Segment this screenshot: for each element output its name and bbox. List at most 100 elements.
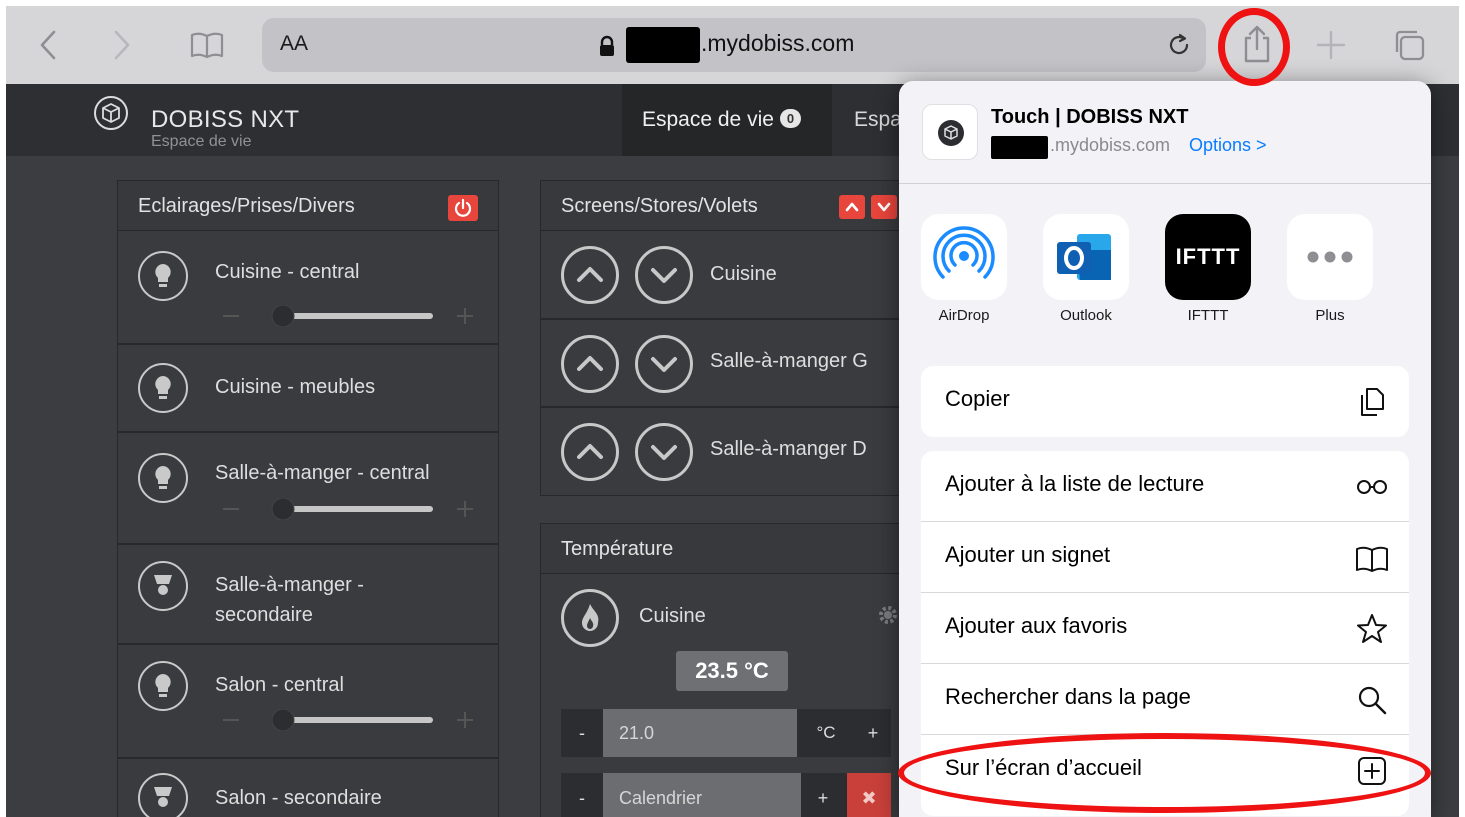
list-item[interactable]: Salon - secondaire bbox=[118, 759, 498, 817]
action-label: Copier bbox=[945, 386, 1010, 411]
chevron-down-icon[interactable] bbox=[871, 195, 897, 219]
tab-label: Espace de vie bbox=[642, 108, 774, 131]
item-label: Salle-à-manger - central bbox=[215, 462, 430, 484]
copy-group: Copier bbox=[921, 366, 1409, 437]
new-tab-icon[interactable] bbox=[1314, 28, 1348, 62]
lamp-icon[interactable] bbox=[138, 773, 188, 817]
ifttt-icon: IFTTT bbox=[1165, 214, 1251, 300]
item-label: Salon - secondaire bbox=[215, 787, 382, 809]
shutter-up-button[interactable] bbox=[561, 423, 619, 481]
list-item[interactable]: Salon - central bbox=[118, 645, 498, 759]
clear-schedule-button[interactable]: ✖ bbox=[847, 773, 891, 817]
address-bar[interactable]: AA .mydobiss.com bbox=[262, 18, 1206, 72]
star-icon bbox=[1355, 612, 1389, 646]
power-icon[interactable] bbox=[448, 195, 478, 221]
flame-icon[interactable] bbox=[561, 589, 619, 647]
gear-icon[interactable] bbox=[877, 604, 899, 626]
item-label: Salle-à-manger G bbox=[710, 350, 868, 372]
list-item: Salle-à-manger G bbox=[541, 320, 909, 408]
dimmer-slider[interactable] bbox=[223, 305, 473, 327]
action-label: Rechercher dans la page bbox=[945, 684, 1191, 709]
copy-action[interactable]: Copier bbox=[921, 366, 1409, 437]
annotation-circle-home-screen bbox=[898, 733, 1431, 813]
brand-subtitle: Espace de vie bbox=[151, 133, 252, 150]
setpoint-input[interactable]: 21.0 bbox=[603, 709, 797, 757]
brand-title: DOBISS NXT bbox=[151, 106, 300, 133]
panel-title: Screens/Stores/Volets bbox=[561, 195, 758, 217]
add-bookmark-action[interactable]: Ajouter un signet bbox=[921, 522, 1409, 593]
schedule-prev-button[interactable]: - bbox=[561, 773, 603, 817]
add-reading-list-action[interactable]: Ajouter à la liste de lecture bbox=[921, 451, 1409, 522]
action-label: Ajouter un signet bbox=[945, 542, 1111, 567]
share-sheet: Touch | DOBISS NXT .mydobiss.com Options… bbox=[899, 81, 1431, 817]
room-label: Cuisine bbox=[639, 605, 706, 627]
increase-button[interactable]: + bbox=[855, 709, 891, 757]
panel-header: Eclairages/Prises/Divers bbox=[118, 181, 498, 231]
item-label: Salle-à-manger - bbox=[215, 574, 364, 596]
dimmer-slider[interactable] bbox=[223, 709, 473, 731]
bulb-icon[interactable] bbox=[138, 453, 188, 503]
shutter-down-button[interactable] bbox=[635, 246, 693, 304]
current-temperature: 23.5 °C bbox=[676, 651, 788, 691]
shutter-down-button[interactable] bbox=[635, 423, 693, 481]
screen: AA .mydobiss.com DOBISS NXT Espace de vi… bbox=[0, 0, 1465, 817]
glasses-icon bbox=[1355, 470, 1389, 504]
bookmarks-icon[interactable] bbox=[190, 28, 224, 62]
list-item: Cuisine bbox=[541, 231, 909, 320]
bulb-icon[interactable] bbox=[138, 363, 188, 413]
shutter-up-button[interactable] bbox=[561, 335, 619, 393]
cube-logo-icon bbox=[94, 96, 128, 130]
app-label: Plus bbox=[1315, 307, 1345, 324]
back-icon[interactable] bbox=[32, 28, 66, 62]
temperature-panel: Température Cuisine 23.5 °C - 21.0 °C + … bbox=[540, 523, 910, 817]
dimmer-slider[interactable] bbox=[223, 498, 473, 520]
add-favorites-action[interactable]: Ajouter aux favoris bbox=[921, 593, 1409, 664]
lamp-icon[interactable] bbox=[138, 561, 188, 611]
item-label: secondaire bbox=[215, 604, 313, 626]
find-on-page-action[interactable]: Rechercher dans la page bbox=[921, 664, 1409, 735]
share-app-outlook[interactable]: Outlook bbox=[1043, 214, 1129, 324]
outlook-icon bbox=[1043, 214, 1129, 300]
url-text: .mydobiss.com bbox=[701, 30, 855, 56]
list-item[interactable]: Cuisine - central bbox=[118, 231, 498, 345]
bulb-icon[interactable] bbox=[138, 251, 188, 301]
decrease-button[interactable]: - bbox=[561, 709, 603, 757]
tab-badge: 0 bbox=[779, 109, 802, 128]
list-item[interactable]: Cuisine - meubles bbox=[118, 345, 498, 433]
lights-panel: Eclairages/Prises/Divers Cuisine - centr… bbox=[117, 180, 499, 817]
site-url: .mydobiss.com bbox=[1050, 135, 1171, 155]
airdrop-icon bbox=[921, 214, 1007, 300]
screens-panel: Screens/Stores/Volets Cuisine Salle-à-ma… bbox=[540, 180, 910, 496]
share-app-more[interactable]: Plus bbox=[1287, 214, 1373, 324]
action-label: Ajouter à la liste de lecture bbox=[945, 471, 1205, 496]
list-item[interactable]: Salle-à-manger - central bbox=[118, 433, 498, 545]
text-size-button[interactable]: AA bbox=[280, 32, 308, 56]
panel-header: Screens/Stores/Volets bbox=[541, 181, 909, 231]
redacted-block bbox=[626, 27, 700, 63]
item-label: Cuisine - central bbox=[215, 261, 360, 283]
share-app-airdrop[interactable]: AirDrop bbox=[921, 214, 1007, 324]
site-title: Touch | DOBISS NXT bbox=[991, 106, 1189, 128]
shutter-down-button[interactable] bbox=[635, 335, 693, 393]
list-item[interactable]: Salle-à-manger - secondaire bbox=[118, 545, 498, 645]
item-label: Cuisine - meubles bbox=[215, 376, 376, 398]
action-label: Ajouter aux favoris bbox=[945, 613, 1128, 638]
annotation-circle-share bbox=[1218, 8, 1290, 86]
tab-espace-de-vie[interactable]: Espace de vie 0 bbox=[622, 84, 832, 156]
bulb-icon[interactable] bbox=[138, 661, 188, 711]
redacted-block bbox=[991, 136, 1048, 159]
forward-icon[interactable] bbox=[104, 28, 138, 62]
site-icon bbox=[922, 104, 978, 160]
shutter-up-button[interactable] bbox=[561, 246, 619, 304]
tabs-icon[interactable] bbox=[1392, 28, 1426, 62]
share-app-ifttt[interactable]: IFTTT IFTTT bbox=[1165, 214, 1251, 324]
book-icon bbox=[1355, 541, 1389, 575]
chevron-up-icon[interactable] bbox=[839, 195, 865, 219]
panel-title: Température bbox=[561, 538, 674, 560]
schedule-select[interactable]: Calendrier bbox=[603, 773, 801, 817]
options-link[interactable]: Options > bbox=[1189, 135, 1267, 156]
lock-icon bbox=[598, 35, 616, 57]
more-icon bbox=[1287, 214, 1373, 300]
schedule-next-button[interactable]: + bbox=[801, 773, 845, 817]
reload-icon[interactable] bbox=[1166, 32, 1192, 58]
